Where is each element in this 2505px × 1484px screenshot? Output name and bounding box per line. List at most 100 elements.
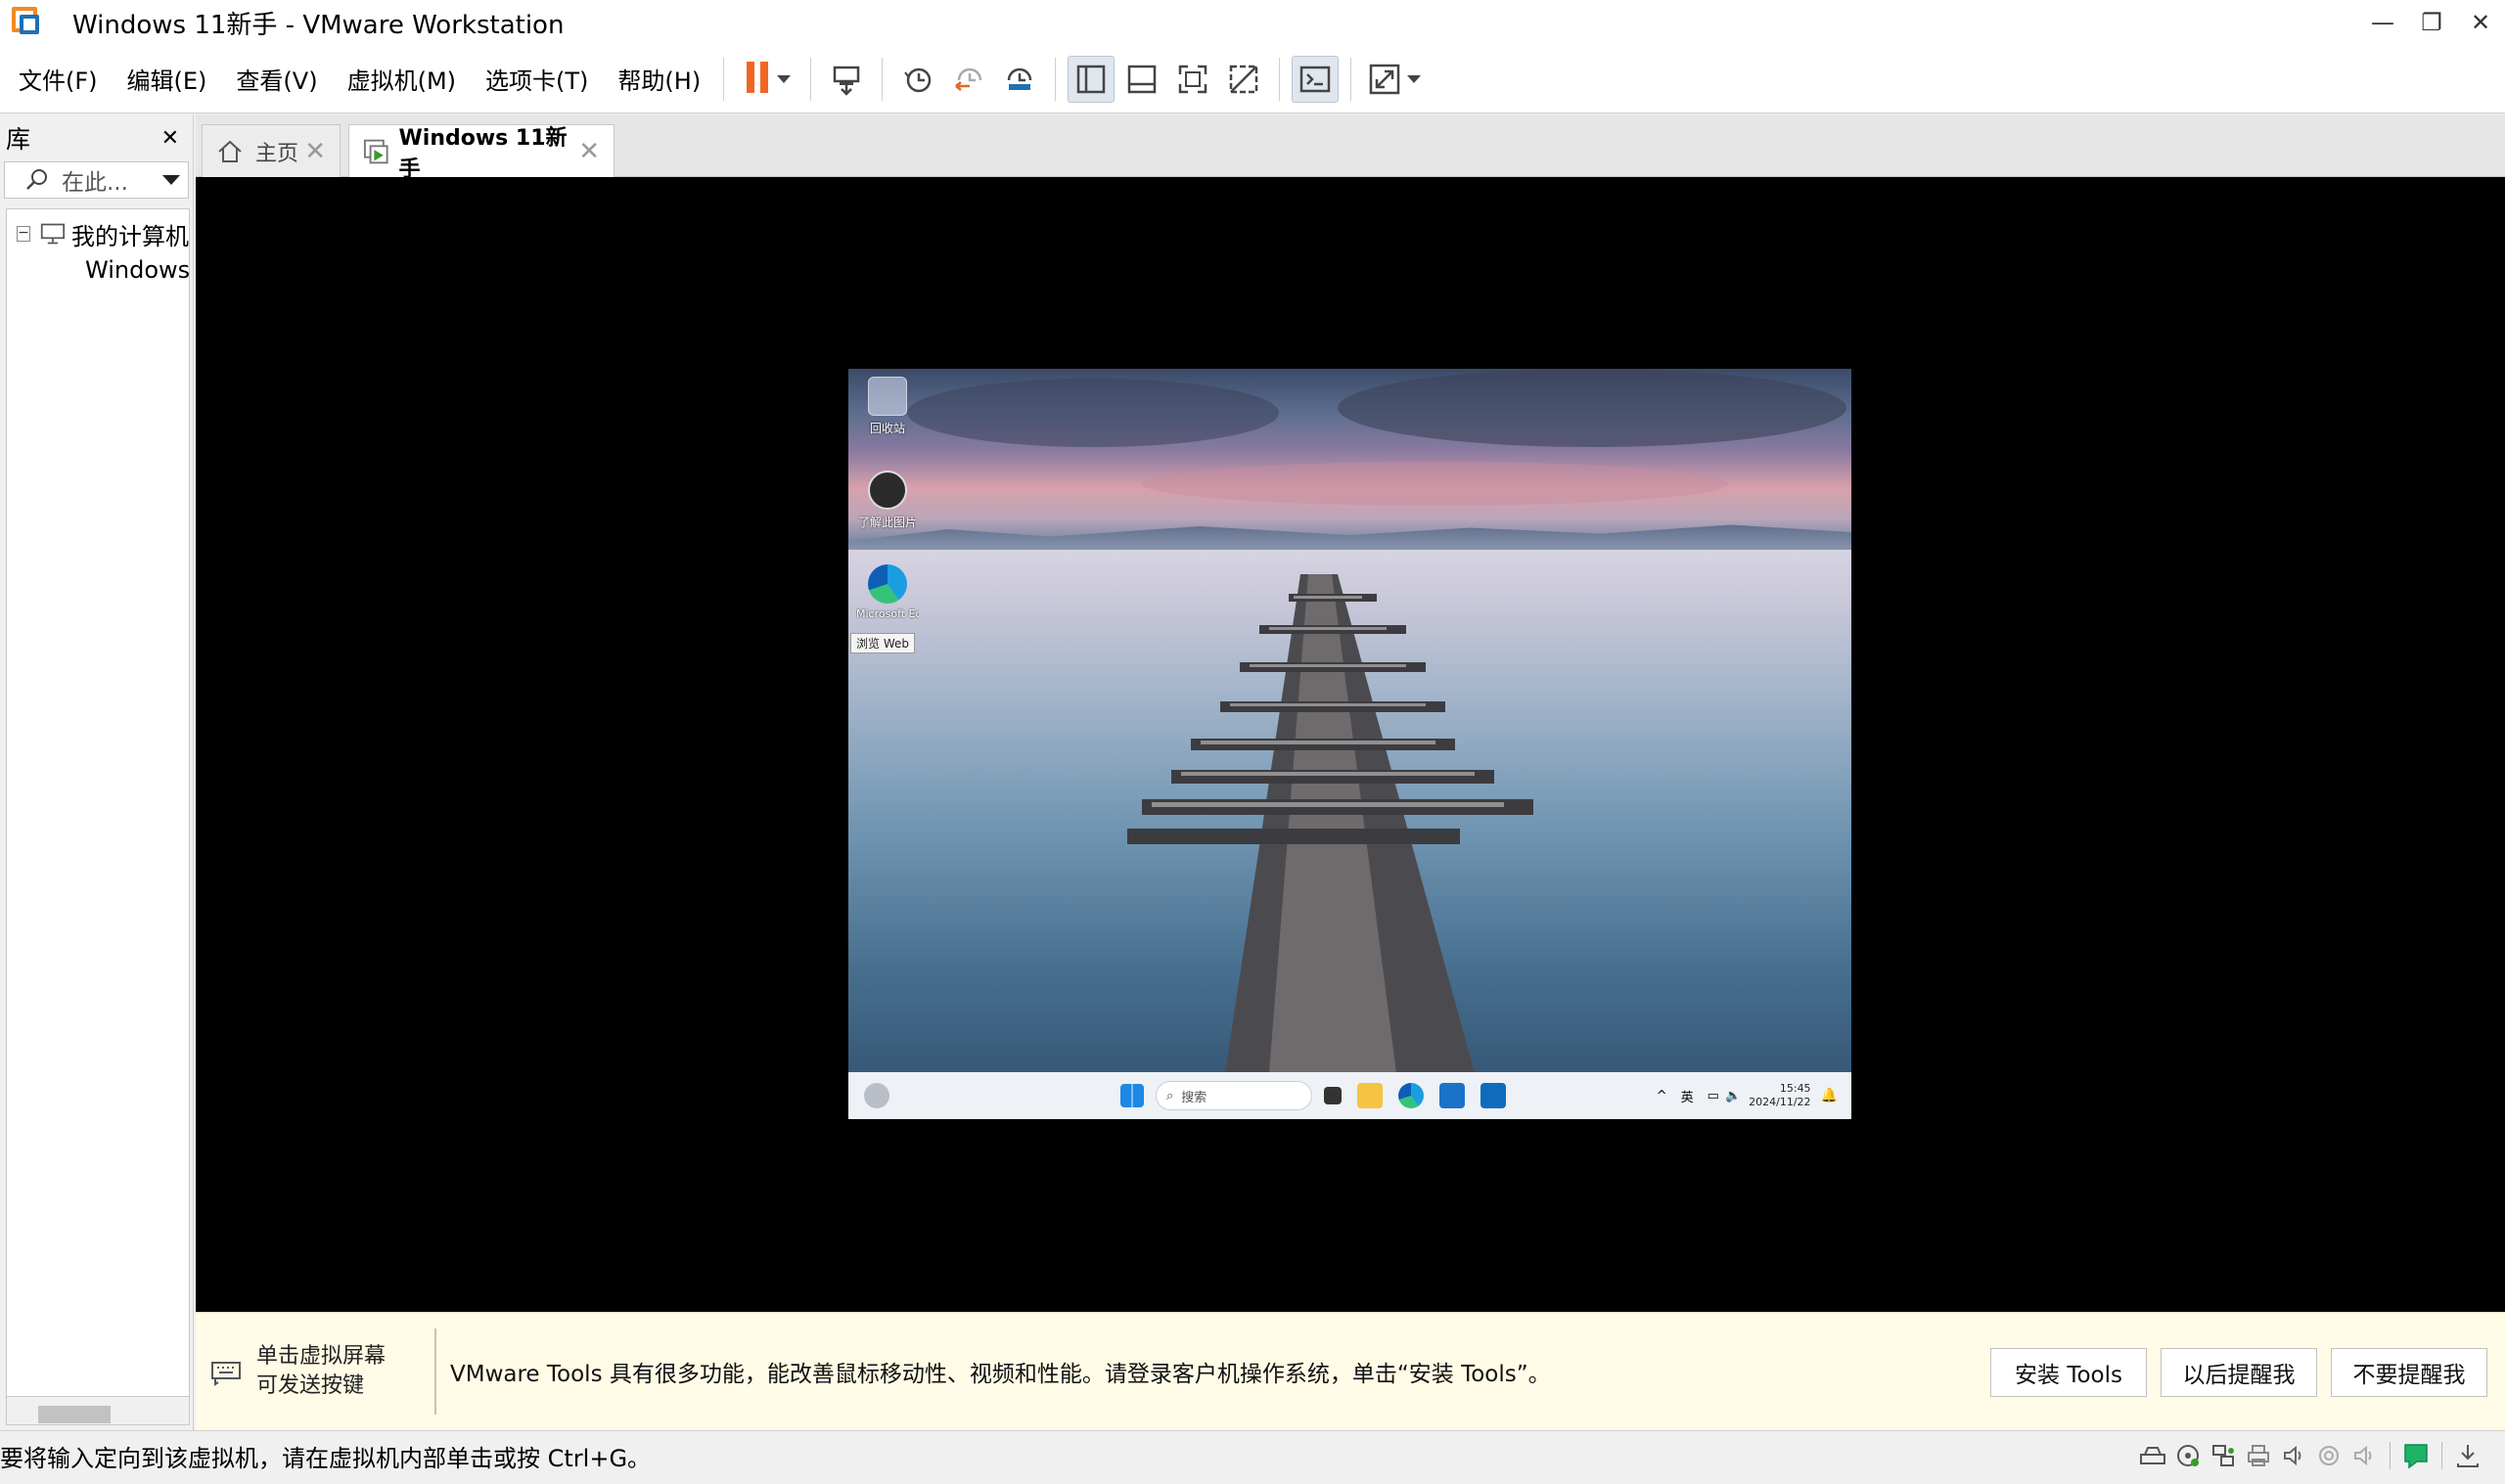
window-title: Windows 11新手 - VMware Workstation xyxy=(72,10,565,40)
tab-close-button[interactable]: ✕ xyxy=(304,137,326,166)
tab-home[interactable]: 主页 ✕ xyxy=(202,124,341,177)
windows-start-icon[interactable] xyxy=(1120,1084,1144,1107)
library-horizontal-scrollbar[interactable] xyxy=(6,1396,190,1425)
task-view-icon[interactable] xyxy=(1324,1087,1342,1104)
speaker-icon[interactable] xyxy=(2349,1441,2379,1470)
pause-button[interactable] xyxy=(736,56,798,103)
notification-bell-icon[interactable]: 🔔 xyxy=(1821,1088,1838,1103)
full-screen-icon xyxy=(1178,65,1207,93)
chevron-down-icon[interactable] xyxy=(162,175,180,185)
menu-toolbar: 文件(F) 编辑(E) 查看(V) 虚拟机(M) 选项卡(T) 帮助(H) xyxy=(0,45,2505,113)
menu-file[interactable]: 文件(F) xyxy=(8,62,109,96)
library-title: 库 xyxy=(6,125,31,154)
widgets-icon[interactable] xyxy=(864,1083,889,1108)
chevron-down-icon xyxy=(1407,74,1422,83)
keyboard-click-icon xyxy=(211,1362,241,1386)
outlook-icon[interactable] xyxy=(1480,1083,1506,1108)
never-remind-button[interactable]: 不要提醒我 xyxy=(2331,1348,2487,1397)
tab-label: 主页 xyxy=(255,141,299,166)
recycle-bin-icon xyxy=(868,377,907,416)
restore-button[interactable]: ❐ xyxy=(2407,0,2456,45)
toolbar-separator xyxy=(1350,57,1352,101)
unity-icon xyxy=(1229,65,1258,93)
full-screen-button[interactable] xyxy=(1169,56,1216,103)
file-explorer-icon[interactable] xyxy=(1357,1083,1383,1108)
download-icon[interactable] xyxy=(2453,1441,2482,1470)
toolbar-separator xyxy=(1055,57,1057,101)
wallpaper-pier xyxy=(1127,574,1533,1073)
tree-item-my-computer[interactable]: − 我的计算机 xyxy=(7,217,189,250)
sound-icon[interactable] xyxy=(2279,1441,2308,1470)
menu-tabs[interactable]: 选项卡(T) xyxy=(475,62,599,96)
edge-icon xyxy=(868,564,907,604)
hard-disk-icon[interactable] xyxy=(2138,1441,2167,1470)
usb-icon[interactable] xyxy=(2314,1441,2344,1470)
library-search-input[interactable]: 在此... xyxy=(4,161,189,199)
vm-console[interactable]: 回收站 了解此图片 Microsoft Edge 浏览 Web ⌕ 搜索 ^ xyxy=(196,177,2505,1312)
printer-icon[interactable] xyxy=(2244,1441,2273,1470)
library-header: 库 ✕ xyxy=(0,114,193,161)
pause-icon xyxy=(744,61,771,97)
take-snapshot-button[interactable] xyxy=(894,56,941,103)
banner-message: VMware Tools 具有很多功能，能改善鼠标移动性、视频和性能。请登录客户… xyxy=(450,1362,1551,1387)
menu-view[interactable]: 查看(V) xyxy=(225,62,328,96)
toolbar-separator xyxy=(882,57,884,101)
desktop-edge[interactable]: Microsoft Edge xyxy=(856,564,919,620)
cd-dvd-icon[interactable] xyxy=(2173,1441,2203,1470)
store-icon[interactable] xyxy=(1439,1083,1465,1108)
desktop-icon-label: Microsoft Edge xyxy=(856,607,919,620)
close-button[interactable]: ✕ xyxy=(2456,0,2505,45)
console-view-button[interactable] xyxy=(1292,55,1340,103)
console-view-icon xyxy=(1299,66,1331,92)
install-tools-button[interactable]: 安装 Tools xyxy=(1990,1348,2147,1397)
search-icon xyxy=(26,169,47,190)
ime-indicator[interactable]: 英 xyxy=(1681,1087,1694,1105)
menu-vm[interactable]: 虚拟机(M) xyxy=(337,62,467,96)
guest-date: 2024/11/22 xyxy=(1749,1096,1811,1108)
stretch-guest-button[interactable] xyxy=(1363,56,1426,103)
tree-item-vm[interactable]: Windows 11新手 xyxy=(7,250,189,284)
library-close-button[interactable]: ✕ xyxy=(161,126,179,151)
library-search-placeholder: 在此... xyxy=(62,170,128,196)
guest-desktop[interactable]: 回收站 了解此图片 Microsoft Edge 浏览 Web ⌕ 搜索 ^ xyxy=(848,369,1851,1119)
show-hidden-icons-icon[interactable]: ^ xyxy=(1657,1089,1667,1103)
vmware-logo-icon xyxy=(8,5,43,40)
guest-search-box[interactable]: ⌕ 搜索 xyxy=(1156,1081,1312,1110)
unity-button[interactable] xyxy=(1220,56,1267,103)
revert-snapshot-icon xyxy=(955,67,982,91)
device-status-icons xyxy=(2135,1441,2485,1470)
title-bar: Windows 11新手 - VMware Workstation — ❐ ✕ xyxy=(0,0,2505,45)
network-icon[interactable] xyxy=(2209,1441,2238,1470)
stretch-guest-icon xyxy=(1369,64,1400,94)
revert-snapshot-button[interactable] xyxy=(945,56,992,103)
snapshot-icon xyxy=(904,67,932,92)
tab-close-button[interactable]: ✕ xyxy=(578,137,600,166)
desktop-icon-label: 回收站 xyxy=(869,422,905,435)
toolbar-separator xyxy=(810,57,812,101)
network-icon[interactable]: ▭ xyxy=(1708,1089,1719,1103)
send-ctrl-alt-del-button[interactable] xyxy=(823,56,870,103)
scrollbar-thumb[interactable] xyxy=(38,1406,111,1423)
vm-icon xyxy=(363,139,388,163)
menu-help[interactable]: 帮助(H) xyxy=(607,62,711,96)
edge-icon[interactable] xyxy=(1398,1083,1424,1108)
menu-edit[interactable]: 编辑(E) xyxy=(116,62,218,96)
snapshot-manager-button[interactable] xyxy=(996,56,1043,103)
thumbnail-bar-button[interactable] xyxy=(1118,56,1165,103)
snapshot-manager-icon xyxy=(1007,67,1032,90)
desktop-icon-label: 了解此图片 xyxy=(857,516,917,529)
desktop-recycle-bin[interactable]: 回收站 xyxy=(856,377,919,436)
banner-hint: 单击虚拟屏幕 可发送按键 xyxy=(196,1328,436,1415)
speaker-icon[interactable]: 🔈 xyxy=(1725,1089,1741,1103)
desktop-learn-image[interactable]: 了解此图片 xyxy=(856,471,919,530)
tree-toggle[interactable]: − xyxy=(17,226,31,242)
minimize-button[interactable]: — xyxy=(2358,0,2407,45)
remind-later-button[interactable]: 以后提醒我 xyxy=(2161,1348,2317,1397)
show-library-button[interactable] xyxy=(1068,55,1116,103)
vmware-tools-banner: 单击虚拟屏幕 可发送按键 VMware Tools 具有很多功能，能改善鼠标移动… xyxy=(196,1312,2505,1430)
library-view-icon xyxy=(1076,65,1106,93)
tab-windows-11[interactable]: Windows 11新手 ✕ xyxy=(348,124,615,182)
message-icon[interactable] xyxy=(2401,1441,2431,1470)
guest-clock[interactable]: 15:45 2024/11/22 xyxy=(1749,1082,1810,1109)
guest-time: 15:45 xyxy=(1779,1082,1811,1095)
